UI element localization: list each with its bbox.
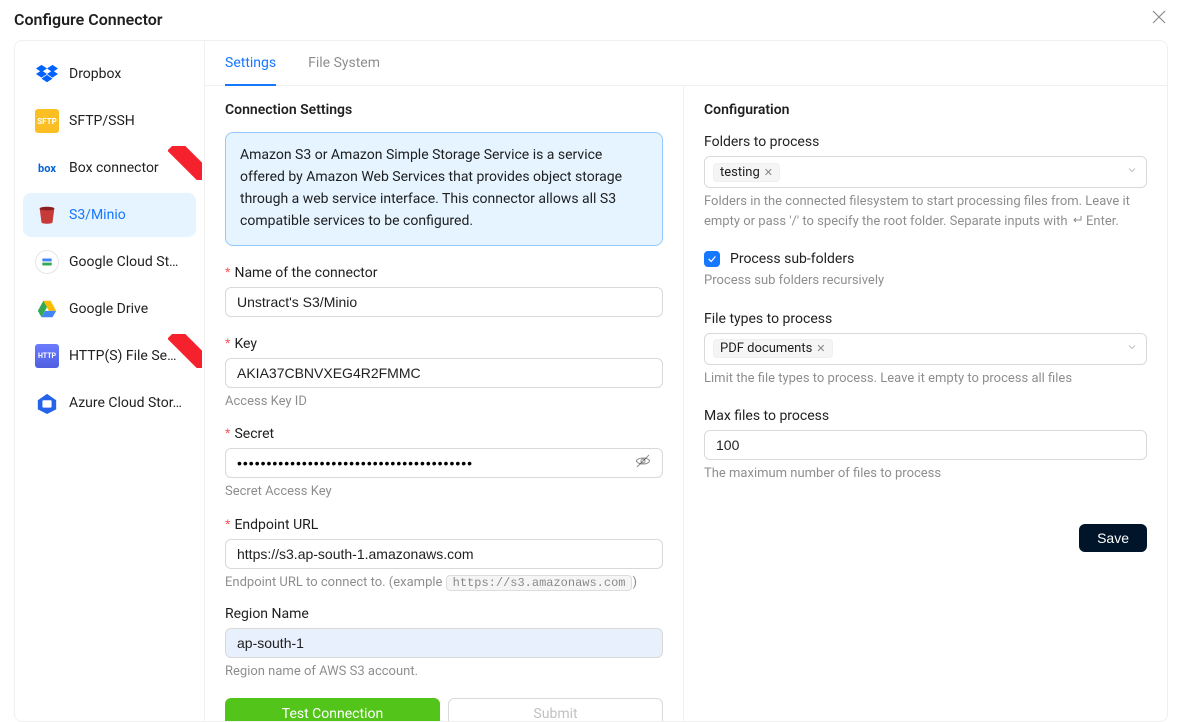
sidebar-item-s3[interactable]: S3/Minio	[23, 193, 196, 237]
connector-info: Amazon S3 or Amazon Simple Storage Servi…	[225, 132, 663, 246]
gdrive-icon	[35, 297, 59, 321]
close-button[interactable]	[1150, 8, 1168, 30]
sidebar-label: Azure Cloud Stor…	[69, 395, 184, 411]
config-heading: Configuration	[704, 102, 1147, 118]
sidebar-item-gdrive[interactable]: Google Drive	[23, 287, 196, 331]
tabs: Settings File System	[205, 41, 1167, 86]
tab-filesystem[interactable]: File System	[308, 41, 380, 85]
s3-icon	[35, 203, 59, 227]
filetype-tag: PDF documents ✕	[713, 339, 833, 358]
sidebar-label: Google Drive	[69, 301, 184, 317]
filetypes-label: File types to process	[704, 309, 1147, 327]
sidebar-item-box[interactable]: box Box connector	[23, 146, 196, 190]
azure-icon	[35, 391, 59, 415]
http-icon: HTTP	[35, 344, 59, 368]
folders-help: Folders in the connected filesystem to s…	[704, 192, 1147, 231]
configuration-pane: Configuration Folders to process testing…	[684, 86, 1167, 721]
submit-button[interactable]: Submit	[448, 698, 663, 721]
sftp-icon: SFTP	[35, 109, 59, 133]
tag-close-icon[interactable]: ✕	[764, 167, 773, 178]
sidebar-item-azure[interactable]: Azure Cloud Stor…	[23, 381, 196, 425]
connector-name-input[interactable]	[225, 287, 663, 317]
gcs-icon	[35, 250, 59, 274]
sidebar-item-sftp[interactable]: SFTP SFTP/SSH	[23, 99, 196, 143]
region-input[interactable]	[225, 628, 663, 658]
maxfiles-input[interactable]	[704, 430, 1147, 460]
sidebar-label: Box connector	[69, 160, 184, 176]
filetypes-select[interactable]: PDF documents ✕	[704, 333, 1147, 365]
subfolders-label: Process sub-folders	[730, 251, 854, 267]
folders-label: Folders to process	[704, 132, 1147, 150]
filetypes-help: Limit the file types to process. Leave i…	[704, 369, 1147, 389]
sidebar-label: S3/Minio	[69, 207, 184, 223]
close-icon	[1152, 10, 1166, 24]
secret-help: Secret Access Key	[225, 482, 663, 502]
connection-settings-pane: Connection Settings Amazon S3 or Amazon …	[205, 86, 684, 721]
key-help: Access Key ID	[225, 392, 663, 412]
sidebar-label: Dropbox	[69, 66, 184, 82]
region-help: Region name of AWS S3 account.	[225, 662, 663, 682]
chevron-down-icon	[1126, 164, 1138, 180]
maxfiles-help: The maximum number of files to process	[704, 464, 1147, 484]
secret-label: *Secret	[225, 423, 663, 442]
connection-heading: Connection Settings	[225, 102, 663, 118]
sidebar-item-dropbox[interactable]: Dropbox	[23, 52, 196, 96]
sidebar-item-gcs[interactable]: Google Cloud Sto…	[23, 240, 196, 284]
endpoint-help: Endpoint URL to connect to. (example htt…	[225, 573, 663, 593]
box-icon: box	[35, 156, 59, 180]
sidebar-item-http[interactable]: HTTP HTTP(S) File Se…	[23, 334, 196, 378]
sidebar-label: HTTP(S) File Se…	[69, 348, 184, 364]
endpoint-input[interactable]	[225, 539, 663, 569]
folder-tag: testing ✕	[713, 163, 780, 182]
tab-settings[interactable]: Settings	[225, 41, 276, 85]
dropbox-icon	[35, 62, 59, 86]
folders-select[interactable]: testing ✕	[704, 156, 1147, 188]
secret-input[interactable]	[237, 449, 635, 477]
subfolders-help: Process sub folders recursively	[704, 271, 1147, 291]
maxfiles-label: Max files to process	[704, 406, 1147, 424]
connector-sidebar: Dropbox SFTP SFTP/SSH box Box connector …	[15, 41, 205, 721]
chevron-down-icon	[1126, 341, 1138, 357]
tag-close-icon[interactable]: ✕	[816, 343, 825, 354]
key-input[interactable]	[225, 358, 663, 388]
name-label: *Name of the connector	[225, 262, 663, 281]
sidebar-label: SFTP/SSH	[69, 113, 184, 129]
modal-title: Configure Connector	[14, 10, 163, 29]
endpoint-label: *Endpoint URL	[225, 514, 663, 533]
key-label: *Key	[225, 333, 663, 352]
eye-invisible-icon[interactable]	[635, 453, 651, 473]
region-label: Region Name	[225, 604, 663, 622]
test-connection-button[interactable]: Test Connection	[225, 698, 440, 721]
sidebar-label: Google Cloud Sto…	[69, 254, 184, 270]
save-button[interactable]: Save	[1079, 524, 1147, 552]
subfolders-checkbox[interactable]	[704, 251, 720, 267]
enter-icon	[1071, 212, 1083, 232]
